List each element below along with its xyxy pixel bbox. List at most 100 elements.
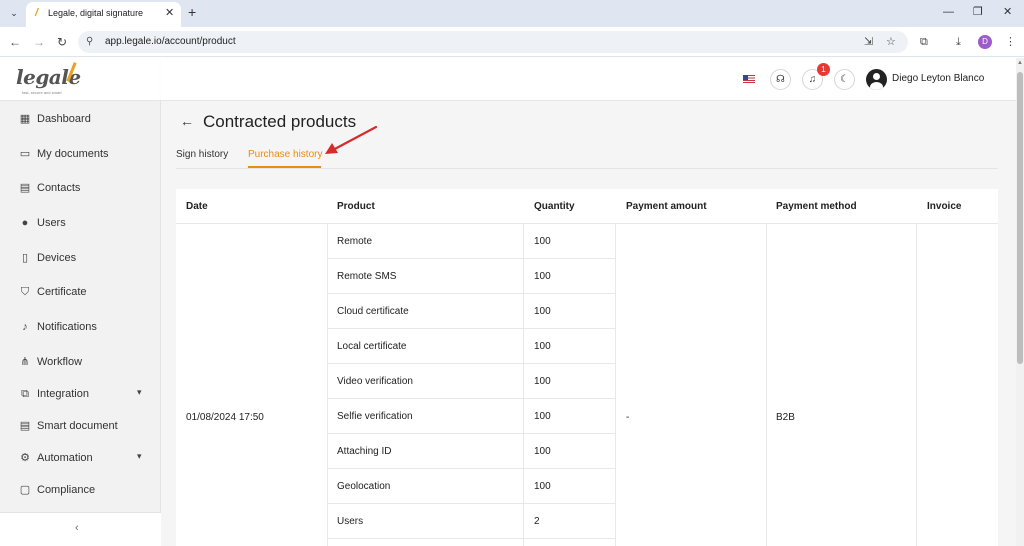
shield-icon: ⛉: [20, 286, 30, 298]
chevron-left-icon: ‹: [75, 522, 79, 534]
sidebar-item-label: Integration: [37, 388, 89, 400]
close-window-icon[interactable]: ✕: [1003, 5, 1012, 19]
product-cell: Cloud certificate: [337, 306, 409, 317]
browser-tab[interactable]: / Legale, digital signature ✕: [26, 2, 181, 27]
table-row: Remote SMS 100: [327, 259, 615, 294]
scroll-up-icon[interactable]: ▲: [1017, 60, 1023, 66]
sidebar-item-label: Contacts: [37, 182, 81, 194]
smart-document-icon: ▤: [19, 420, 31, 432]
table-row: Selfie verification 100: [327, 399, 615, 434]
address-bar[interactable]: ⚲ app.legale.io/account/product ⇲ ☆: [78, 31, 908, 53]
page-scrollbar[interactable]: ▲: [1016, 58, 1024, 546]
sidebar-item-label: Compliance: [37, 484, 96, 496]
install-app-icon[interactable]: ⇲: [864, 35, 873, 49]
legale-favicon-icon: /: [35, 7, 39, 19]
scrollbar-thumb[interactable]: [1017, 72, 1023, 364]
column-header-payment-method: Payment method: [776, 201, 857, 212]
sidebar-item-label: Notifications: [37, 321, 97, 333]
sidebar-item-my-documents[interactable]: ▭ My documents: [0, 140, 161, 170]
sidebar-item-workflow[interactable]: ⋔ Workflow: [0, 348, 161, 378]
product-cell: Remote: [337, 236, 373, 247]
sidebar-item-compliance[interactable]: ▢ Compliance: [0, 476, 161, 506]
sidebar-item-users[interactable]: ● Users: [0, 209, 161, 239]
sidebar-item-automation[interactable]: ⚙ Automation ▾: [0, 444, 161, 474]
quantity-cell: 100: [534, 236, 551, 247]
quantity-cell: 100: [534, 306, 551, 317]
profile-avatar-icon[interactable]: D: [978, 35, 992, 49]
notification-badge: 1: [817, 63, 830, 76]
logo[interactable]: legale fast, secure and smart: [0, 58, 161, 101]
support-headset-icon[interactable]: ☊: [770, 69, 791, 90]
column-header-invoice: Invoice: [927, 201, 962, 212]
sidebar-item-label: Automation: [37, 452, 93, 464]
url-text[interactable]: app.legale.io/account/product: [105, 36, 236, 47]
product-cell: Remote SMS: [337, 271, 397, 282]
chevron-down-icon: ▾: [137, 387, 142, 397]
browser-tab-bar: ⌄ / Legale, digital signature ✕ + — ❐ ✕: [0, 0, 1024, 27]
quantity-cell: 100: [534, 446, 551, 457]
column-header-date: Date: [186, 201, 208, 212]
sidebar-item-smart-document[interactable]: ▤ Smart document: [0, 412, 161, 442]
close-tab-icon[interactable]: ✕: [165, 6, 174, 20]
sidebar-item-label: Devices: [37, 252, 77, 264]
browser-menu-icon[interactable]: ⋮: [1005, 35, 1016, 49]
quantity-cell: 100: [534, 411, 551, 422]
product-cell: Users: [337, 516, 364, 527]
product-cell: Video verification: [337, 376, 413, 387]
dark-mode-icon[interactable]: ☾: [834, 69, 855, 90]
user-name[interactable]: Diego Leyton Blanco: [892, 73, 984, 84]
back-icon[interactable]: ←: [9, 35, 21, 49]
sidebar-item-contacts[interactable]: ▤ Contacts: [0, 174, 161, 204]
forward-icon[interactable]: →: [33, 35, 45, 49]
workflow-icon: ⋔: [20, 356, 30, 368]
sidebar-item-label: My documents: [37, 148, 109, 160]
product-cell: Local certificate: [337, 341, 407, 352]
bell-icon: ♪: [22, 321, 28, 333]
extensions-icon[interactable]: ⧉: [920, 35, 928, 49]
tab-search-chevron-icon[interactable]: ⌄: [6, 5, 22, 21]
bookmark-star-icon[interactable]: ☆: [886, 35, 896, 49]
sidebar-item-notifications[interactable]: ♪ Notifications: [0, 313, 161, 343]
quantity-cell: 100: [534, 341, 551, 352]
sidebar-item-devices[interactable]: ▯ Devices: [0, 244, 161, 274]
device-icon: ▯: [21, 252, 29, 264]
quantity-cell: 2: [534, 516, 540, 527]
new-tab-icon[interactable]: +: [188, 4, 196, 20]
tab-sign-history[interactable]: Sign history: [176, 149, 228, 160]
table-row: Geolocation 100: [327, 469, 615, 504]
column-header-quantity: Quantity: [534, 201, 575, 212]
quantity-cell: 100: [534, 481, 551, 492]
quantity-cell: 100: [534, 376, 551, 387]
payment-amount-cell: -: [626, 412, 630, 423]
date-cell: 01/08/2024 17:50: [186, 412, 264, 423]
download-icon[interactable]: ⤓: [956, 35, 961, 49]
quantity-cell: 100: [534, 271, 551, 282]
table-row: Video verification 100: [327, 364, 615, 399]
restore-icon[interactable]: ❐: [973, 5, 983, 19]
back-arrow-icon[interactable]: ←: [180, 113, 194, 129]
sidebar-item-dashboard[interactable]: ▦ Dashboard: [0, 105, 161, 135]
table-header-row: Date Product Quantity Payment amount Pay…: [176, 189, 998, 224]
product-cell: Selfie verification: [337, 411, 413, 422]
sidebar-item-certificate[interactable]: ⛉ Certificate: [0, 278, 161, 308]
active-tab-indicator: [248, 166, 321, 168]
compliance-icon: ▢: [19, 484, 31, 496]
product-cell: Attaching ID: [337, 446, 392, 457]
sidebar-item-integration[interactable]: ⧉ Integration ▾: [0, 380, 161, 410]
table-row: Attaching ID 100: [327, 434, 615, 469]
us-flag-icon[interactable]: [743, 75, 755, 83]
table-row: Users 2: [327, 504, 615, 539]
sidebar: legale fast, secure and smart ▦ Dashboar…: [0, 58, 161, 546]
minimize-icon[interactable]: —: [943, 5, 954, 19]
table-row: Remote 100: [327, 224, 615, 259]
sidebar-collapse-button[interactable]: ‹: [0, 512, 161, 546]
dashboard-icon: ▦: [19, 113, 31, 125]
column-divider: [916, 224, 917, 546]
avatar[interactable]: [866, 69, 887, 90]
purchase-history-table: Date Product Quantity Payment amount Pay…: [176, 189, 998, 546]
site-info-icon[interactable]: ⚲: [86, 35, 93, 49]
sidebar-item-label: Workflow: [37, 356, 83, 368]
link-icon: ⧉: [21, 388, 29, 400]
reload-icon[interactable]: ↻: [57, 35, 67, 49]
tab-purchase-history[interactable]: Purchase history: [248, 149, 322, 160]
